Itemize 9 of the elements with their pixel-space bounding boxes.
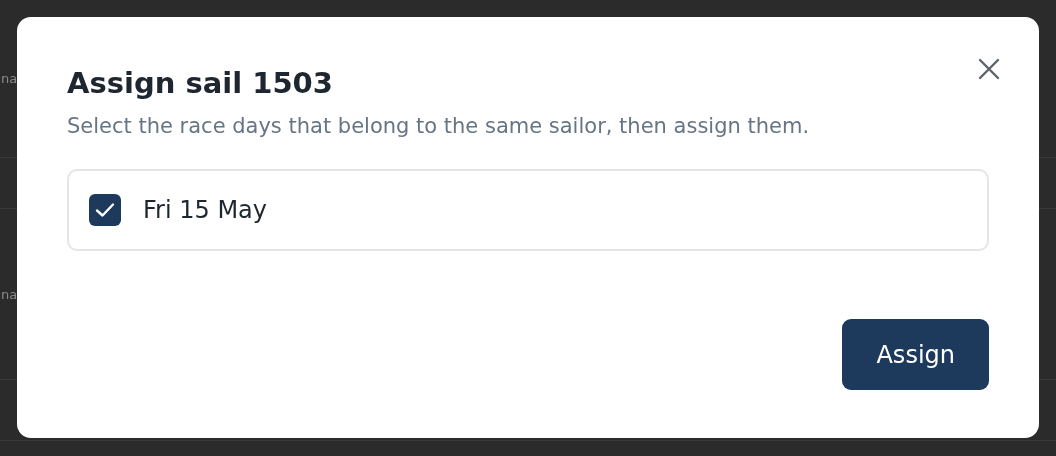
close-icon <box>978 58 1000 80</box>
option-label: Fri 15 May <box>143 196 267 224</box>
table-cell-text: na <box>1 71 18 86</box>
checkmark-icon <box>95 202 115 218</box>
assign-button[interactable]: Assign <box>842 319 989 390</box>
dialog-title: Assign sail 1503 <box>67 65 334 102</box>
table-cell-text: na <box>1 286 18 302</box>
checkbox[interactable] <box>89 194 121 226</box>
dialog-description: Select the race days that belong to the same sailor, then assign them. <box>67 113 811 140</box>
